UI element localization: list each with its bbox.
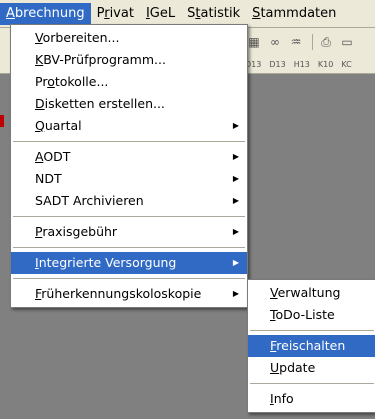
submenu-arrow-icon: ▶ (232, 121, 239, 130)
submenu-arrow-icon: ▶ (232, 152, 239, 161)
menu-statistik[interactable]: Statistik (181, 3, 246, 25)
submenu-item-freischalten[interactable]: Freischalten (248, 335, 375, 357)
submenu-arrow-icon: ▶ (232, 196, 239, 205)
preview-icon[interactable]: ▭ (338, 33, 356, 51)
toolbar-label-k10[interactable]: K10 (318, 60, 333, 69)
menu-igel[interactable]: IGeL (140, 3, 181, 25)
toolbar-row-2: D13 D13 H13 K10 KC (245, 54, 360, 74)
integrierte-versorgung-submenu: Verwaltung ToDo-Liste Freischalten Updat… (247, 279, 375, 413)
red-marker (0, 115, 4, 127)
menu-privat[interactable]: Privat (91, 3, 140, 25)
submenu-arrow-icon: ▶ (232, 258, 239, 267)
toolbar-label-d13e[interactable]: D13 (269, 60, 285, 69)
binoculars-next-icon[interactable]: ♒ (287, 33, 305, 51)
menu-separator (13, 141, 245, 142)
submenu-arrow-icon: ▶ (232, 174, 239, 183)
submenu-arrow-icon: ▶ (232, 227, 239, 236)
menu-item-sadt-archivieren[interactable]: SADT Archivieren ▶ (11, 190, 247, 212)
abrechnung-menu: Vorbereiten... KBV-Prüfprogramm... Proto… (10, 24, 248, 308)
menu-separator (250, 330, 374, 331)
menu-item-frueherkennungskoloskopie[interactable]: Früherkennungskoloskopie ▶ (11, 283, 247, 305)
menu-separator (13, 216, 245, 217)
menu-item-ndt[interactable]: NDT ▶ (11, 168, 247, 190)
menu-separator (13, 278, 245, 279)
menu-separator (250, 383, 374, 384)
submenu-item-verwaltung[interactable]: Verwaltung (248, 282, 375, 304)
menu-abrechnung[interactable]: Abrechnung (0, 2, 91, 25)
menu-item-disketten-erstellen[interactable]: Disketten erstellen... (11, 93, 247, 115)
menu-item-aodt[interactable]: AODT ▶ (11, 146, 247, 168)
submenu-item-todo-liste[interactable]: ToDo-Liste (248, 304, 375, 326)
toolbar-row-1: ▦ ∞ ♒ ⎙ ▭ (245, 32, 359, 52)
menu-item-praxisgebuehr[interactable]: Praxisgebühr ▶ (11, 221, 247, 243)
menu-item-vorbereiten[interactable]: Vorbereiten... (11, 27, 247, 49)
submenu-item-info[interactable]: Info (248, 388, 375, 410)
menu-item-integrierte-versorgung[interactable]: Integrierte Versorgung ▶ (11, 252, 247, 274)
menu-item-protokolle[interactable]: Protokolle... (11, 71, 247, 93)
menu-stammdaten[interactable]: Stammdaten (246, 3, 342, 25)
submenu-arrow-icon: ▶ (232, 289, 239, 298)
submenu-item-update[interactable]: Update (248, 357, 375, 379)
toolbar-label-kc[interactable]: KC (341, 60, 351, 69)
toolbar-label-h13[interactable]: H13 (294, 60, 310, 69)
binoculars-icon[interactable]: ∞ (266, 33, 284, 51)
menu-item-kbv-pruefprogramm[interactable]: KBV-Prüfprogramm... (11, 49, 247, 71)
menu-separator (13, 247, 245, 248)
print-icon[interactable]: ⎙ (317, 33, 335, 51)
toolbar-separator (312, 34, 313, 50)
menu-item-quartal[interactable]: Quartal ▶ (11, 115, 247, 137)
